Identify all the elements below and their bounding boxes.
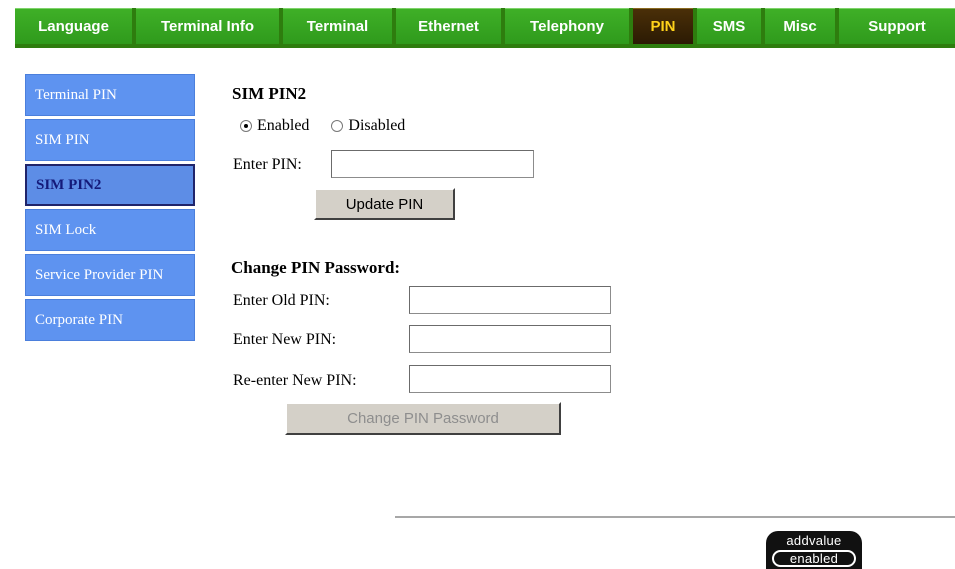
sidebar-item-service-provider-pin[interactable]: Service Provider PIN: [25, 254, 195, 296]
sidebar-item-terminal-pin[interactable]: Terminal PIN: [25, 74, 195, 116]
sidebar-item-sim-pin2[interactable]: SIM PIN2: [25, 164, 195, 206]
tab-language[interactable]: Language: [15, 8, 132, 44]
sidebar-item-sim-pin[interactable]: SIM PIN: [25, 119, 195, 161]
section-title-sim-pin2: SIM PIN2: [232, 84, 307, 103]
tab-pin[interactable]: PIN: [633, 8, 693, 44]
disabled-radio-label: Disabled: [348, 117, 406, 134]
section-title-change-pin: Change PIN Password:: [231, 258, 401, 277]
tab-ethernet[interactable]: Ethernet: [396, 8, 501, 44]
sidebar-menu: Terminal PIN SIM PIN SIM PIN2 SIM Lock S…: [25, 74, 195, 344]
old-pin-input[interactable]: [409, 286, 611, 314]
update-pin-button[interactable]: Update PIN: [314, 188, 455, 220]
sidebar-item-sim-lock[interactable]: SIM Lock: [25, 209, 195, 251]
addvalue-logo: addvalue enabled: [766, 531, 862, 569]
tab-sms[interactable]: SMS: [697, 8, 761, 44]
change-pin-password-button[interactable]: Change PIN Password: [285, 402, 561, 435]
reenter-pin-input[interactable]: [409, 365, 611, 393]
tab-misc[interactable]: Misc: [765, 8, 835, 44]
disabled-radio-option[interactable]: Disabled: [331, 117, 405, 135]
tab-telephony[interactable]: Telephony: [505, 8, 629, 44]
new-pin-label: Enter New PIN:: [233, 331, 337, 348]
footer-divider: [395, 516, 955, 518]
pin-status-radio-group: Enabled Disabled: [240, 117, 427, 135]
enter-pin-input[interactable]: [331, 150, 534, 178]
tab-terminal[interactable]: Terminal: [283, 8, 392, 44]
sidebar-item-corporate-pin[interactable]: Corporate PIN: [25, 299, 195, 341]
enabled-radio-option[interactable]: Enabled: [240, 117, 309, 135]
reenter-pin-label: Re-enter New PIN:: [233, 372, 357, 389]
tab-terminal-info[interactable]: Terminal Info: [136, 8, 279, 44]
enabled-radio[interactable]: [240, 120, 252, 132]
logo-line-1: addvalue: [786, 533, 842, 548]
tab-support[interactable]: Support: [839, 8, 955, 44]
top-navigation: Language Terminal Info Terminal Ethernet…: [15, 8, 955, 48]
enabled-radio-label: Enabled: [257, 117, 310, 134]
enter-pin-label: Enter PIN:: [233, 156, 302, 173]
new-pin-input[interactable]: [409, 325, 611, 353]
old-pin-label: Enter Old PIN:: [233, 292, 330, 309]
logo-line-2: enabled: [772, 550, 856, 567]
disabled-radio[interactable]: [331, 120, 344, 132]
